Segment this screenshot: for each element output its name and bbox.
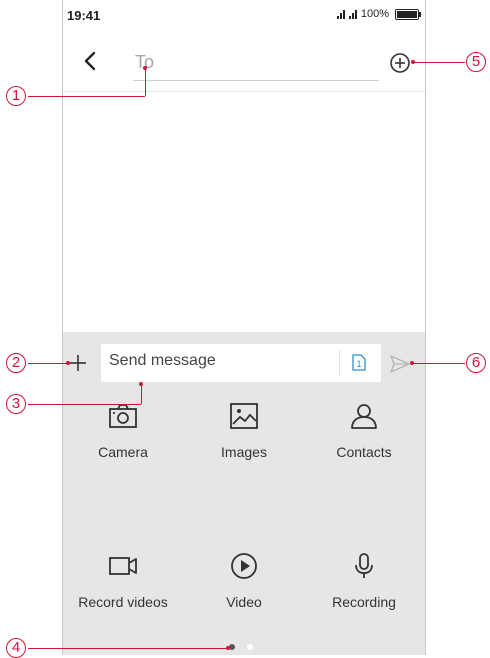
callout-6: 6 <box>466 353 486 373</box>
callout-6-line <box>412 363 465 364</box>
attach-images-label: Images <box>221 444 267 460</box>
send-button[interactable] <box>389 354 411 374</box>
back-button[interactable] <box>79 48 103 74</box>
callout-4: 4 <box>6 638 26 658</box>
status-right: 100% <box>336 8 421 20</box>
attach-video[interactable]: Video <box>184 552 304 610</box>
attach-button[interactable] <box>67 352 89 374</box>
callout-1-line <box>145 68 146 96</box>
signal-icon <box>336 9 345 19</box>
callout-2: 2 <box>6 353 26 373</box>
battery-percent: 100% <box>360 8 389 20</box>
sim-label: 1 <box>356 359 361 369</box>
video-camera-icon <box>109 557 137 575</box>
callout-2-line <box>28 363 68 364</box>
recipient-input[interactable]: To <box>133 50 379 81</box>
attach-record-videos-label: Record videos <box>78 594 168 610</box>
attach-contacts[interactable]: Contacts <box>304 402 424 460</box>
attach-recording[interactable]: Recording <box>304 552 424 610</box>
message-box: 1 <box>101 344 381 382</box>
send-icon <box>390 355 410 373</box>
callout-1-dot <box>143 66 147 70</box>
status-time: 19:41 <box>67 8 101 23</box>
microphone-icon <box>355 553 373 578</box>
attach-camera-label: Camera <box>98 444 148 460</box>
attach-recording-label: Recording <box>332 594 396 610</box>
battery-icon <box>395 8 421 20</box>
compose-header: To <box>63 36 425 90</box>
play-icon <box>231 553 257 579</box>
callout-3-dot <box>139 382 143 386</box>
callout-1-line <box>28 96 145 97</box>
plus-circle-icon <box>390 53 410 73</box>
sim-card-button[interactable]: 1 <box>352 354 366 371</box>
callout-3: 3 <box>6 394 26 414</box>
image-icon <box>230 403 258 429</box>
callout-3-line <box>141 384 142 404</box>
callout-4-line <box>28 648 228 649</box>
callout-1: 1 <box>6 86 26 106</box>
callout-2-dot <box>66 361 70 365</box>
status-bar: 19:41 100% <box>63 0 425 32</box>
sim-separator <box>339 350 340 376</box>
camera-icon <box>109 404 137 428</box>
message-input-row: 1 <box>63 342 425 384</box>
attach-video-label: Video <box>226 594 262 610</box>
signal-icon <box>348 9 357 19</box>
plus-icon <box>70 355 86 371</box>
chevron-left-icon <box>84 51 96 71</box>
page-dot[interactable] <box>247 644 253 650</box>
attach-record-videos[interactable]: Record videos <box>63 552 183 610</box>
callout-5-line <box>413 62 465 63</box>
compose-tray: 1 Camera <box>63 332 425 655</box>
attach-images[interactable]: Images <box>184 402 304 460</box>
attach-camera[interactable]: Camera <box>63 402 183 460</box>
message-input[interactable] <box>109 352 329 370</box>
header-divider <box>63 91 425 92</box>
phone-screen: 19:41 100% To Send message 1 Camera Imag… <box>62 0 426 655</box>
contact-icon <box>351 404 377 429</box>
add-recipient-button[interactable] <box>389 52 411 74</box>
attach-contacts-label: Contacts <box>336 444 392 460</box>
callout-5: 5 <box>466 52 486 72</box>
callout-3-line <box>28 404 141 405</box>
callout-4-dot <box>226 646 230 650</box>
